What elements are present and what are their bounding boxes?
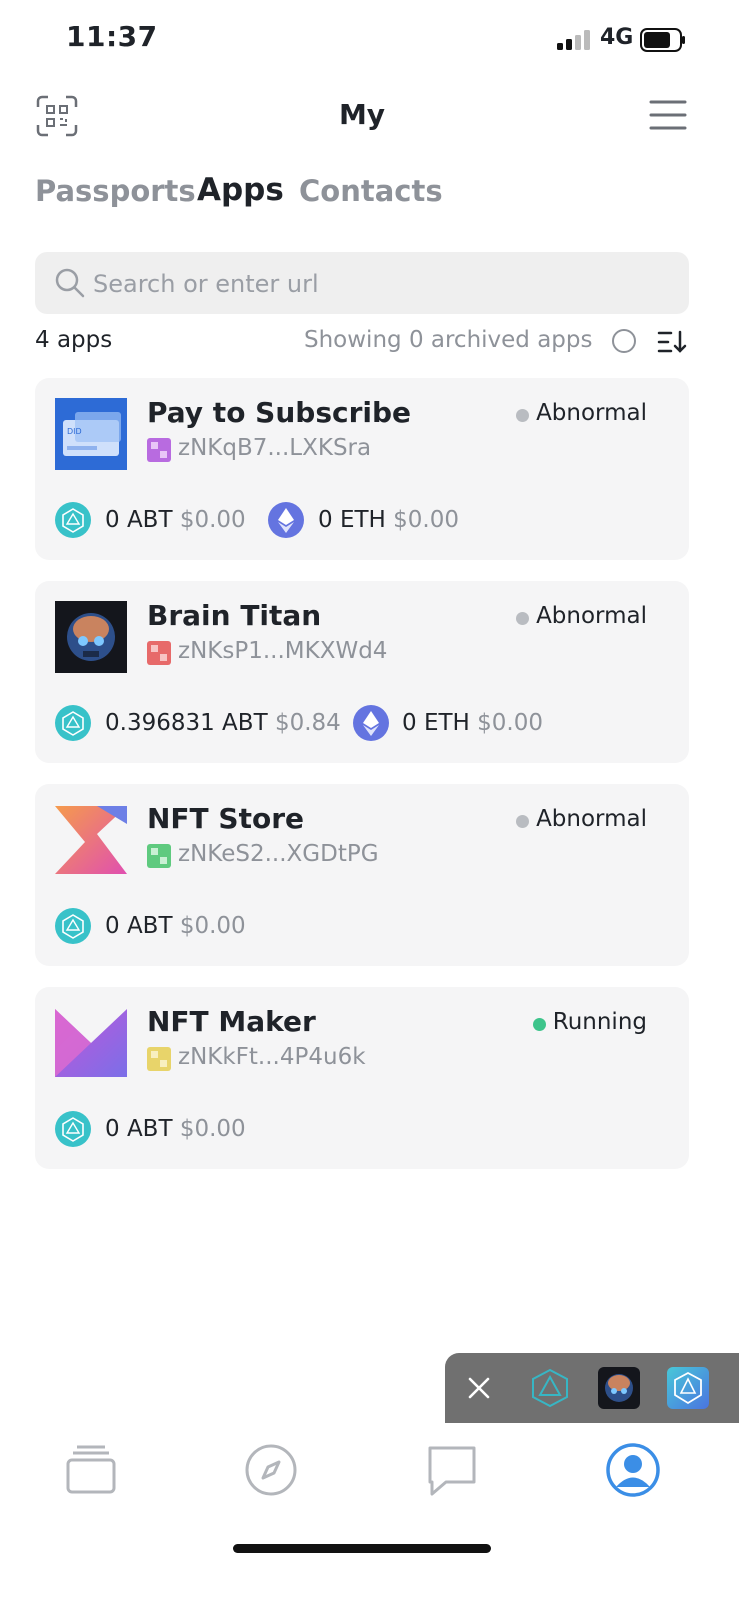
svg-text:DID: DID — [67, 427, 82, 436]
status-label: Running — [552, 1009, 647, 1035]
chat-icon[interactable] — [424, 1442, 480, 1498]
search-input[interactable] — [91, 252, 675, 316]
pay-to-subscribe-logo: DID — [55, 398, 127, 470]
status-badge: Abnormal — [516, 806, 647, 832]
eth-token-icon — [268, 502, 304, 538]
brain-titan-logo — [55, 601, 127, 673]
status-label: Abnormal — [536, 806, 647, 832]
did-avatar-icon — [147, 844, 171, 868]
tab-passports[interactable]: Passports — [35, 174, 196, 208]
signal-icon — [557, 30, 590, 50]
status-dot — [516, 612, 530, 625]
network-label: 4G — [600, 25, 634, 50]
profile-icon[interactable] — [605, 1442, 661, 1498]
app-count: 4 apps — [35, 327, 113, 353]
search-icon — [55, 268, 85, 298]
app-did: zNKsP1...MKXWd4 — [178, 638, 388, 664]
token-balance: 0 ABT $0.00 — [105, 913, 246, 939]
token-balance: 0 ETH $0.00 — [402, 710, 543, 736]
status-time: 11:37 — [66, 20, 158, 53]
status-label: Abnormal — [536, 603, 647, 629]
battery-icon — [640, 28, 685, 52]
status-badge: Abnormal — [516, 603, 647, 629]
wallet-app-icon[interactable] — [667, 1367, 709, 1409]
close-icon[interactable] — [467, 1376, 491, 1400]
nft-maker-logo — [55, 1009, 127, 1077]
abt-token-icon — [55, 705, 91, 741]
app-name: Pay to Subscribe — [147, 396, 412, 429]
sort-icon[interactable] — [657, 330, 687, 354]
token-balance: 0 ETH $0.00 — [318, 507, 459, 533]
nft-store-logo — [55, 806, 127, 874]
brain-titan-app-icon[interactable] — [598, 1367, 640, 1409]
eth-token-icon — [353, 705, 389, 741]
home-indicator — [233, 1544, 491, 1553]
status-label: Abnormal — [536, 400, 647, 426]
abt-token-icon — [55, 1111, 91, 1147]
app-did: zNKqB7...LXKSra — [178, 435, 372, 461]
status-dot — [516, 815, 530, 828]
app-card-pay-to-subscribe[interactable]: DID Pay to Subscribe zNKqB7...LXKSra Abn… — [35, 378, 689, 560]
page-title: My — [338, 98, 386, 131]
show-archived-toggle[interactable] — [612, 329, 636, 353]
app-card-nft-maker[interactable]: NFT Maker zNKkFt...4P4u6k Running 0 ABT … — [35, 987, 689, 1169]
app-name: Brain Titan — [147, 599, 322, 632]
abt-token-icon — [55, 502, 91, 538]
app-card-brain-titan[interactable]: Brain Titan zNKsP1...MKXWd4 Abnormal 0.3… — [35, 581, 689, 763]
token-balance: 0.396831 ABT $0.84 — [105, 710, 341, 736]
app-did: zNKkFt...4P4u6k — [178, 1044, 366, 1070]
tab-contacts[interactable]: Contacts — [299, 174, 443, 208]
status-badge: Running — [532, 1009, 647, 1035]
cards-icon[interactable] — [63, 1442, 119, 1498]
recent-apps-bar — [445, 1353, 739, 1423]
tab-apps[interactable]: Apps — [197, 172, 284, 208]
search-bar[interactable] — [35, 252, 689, 316]
did-avatar-icon — [147, 1047, 171, 1071]
app-did: zNKeS2...XGDtPG — [178, 841, 379, 867]
abt-token-icon — [55, 908, 91, 944]
status-dot — [516, 409, 530, 422]
token-balance: 0 ABT $0.00 — [105, 507, 246, 533]
token-balance: 0 ABT $0.00 — [105, 1116, 246, 1142]
status-dot — [532, 1018, 546, 1031]
compass-icon[interactable] — [243, 1442, 299, 1498]
app-name: NFT Maker — [147, 1005, 316, 1038]
did-avatar-icon — [147, 438, 171, 462]
app-name: NFT Store — [147, 802, 304, 835]
status-badge: Abnormal — [516, 400, 647, 426]
did-avatar-icon — [147, 641, 171, 665]
menu-icon[interactable] — [649, 99, 687, 131]
app-card-nft-store[interactable]: NFT Store zNKeS2...XGDtPG Abnormal 0 ABT… — [35, 784, 689, 966]
archived-label: Showing 0 archived apps — [304, 327, 593, 353]
abt-app-icon[interactable] — [529, 1367, 571, 1409]
